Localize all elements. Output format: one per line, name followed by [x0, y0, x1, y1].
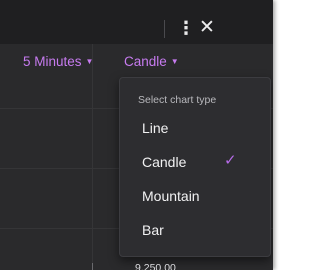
menu-header: Select chart type: [138, 94, 217, 106]
menu-item-label: Bar: [142, 222, 164, 238]
chart-panel: ⋮ ✕ 5 Minutes ▼ Candle ▼ Select chart type…: [0, 0, 273, 270]
chart-type-dropdown[interactable]: Candle ▼: [124, 53, 179, 71]
interval-label: 5 Minutes: [23, 54, 82, 69]
menu-item-mountain[interactable]: Mountain: [120, 181, 270, 211]
chevron-down-icon: ▼: [170, 57, 179, 66]
checkmark-icon: ✓: [224, 152, 237, 169]
axis-tick: [92, 263, 93, 270]
grid-line: [92, 44, 93, 270]
panel-header: ⋮ ✕: [0, 0, 273, 44]
interval-dropdown[interactable]: 5 Minutes ▼: [23, 53, 93, 71]
chart-toolbar: 5 Minutes ▼ Candle ▼: [0, 49, 273, 75]
menu-item-bar[interactable]: Bar: [120, 215, 270, 245]
menu-item-candle[interactable]: Candle ✓: [120, 147, 270, 177]
screenshot-frame: ⋮ ✕ 5 Minutes ▼ Candle ▼ Select chart type…: [0, 0, 282, 270]
menu-item-label: Candle: [142, 154, 187, 170]
menu-item-line[interactable]: Line: [120, 113, 270, 143]
chevron-down-icon: ▼: [85, 57, 94, 66]
close-icon[interactable]: ✕: [197, 17, 217, 39]
more-options-icon[interactable]: ⋮: [177, 16, 195, 40]
menu-item-label: Line: [142, 120, 169, 136]
menu-item-label: Mountain: [142, 188, 200, 204]
chart-type-label: Candle: [124, 54, 167, 69]
price-axis-label: 9,250.00: [135, 262, 176, 270]
header-divider: [164, 20, 165, 38]
chart-type-menu: Select chart type Line Candle ✓ Mountain…: [119, 77, 271, 257]
